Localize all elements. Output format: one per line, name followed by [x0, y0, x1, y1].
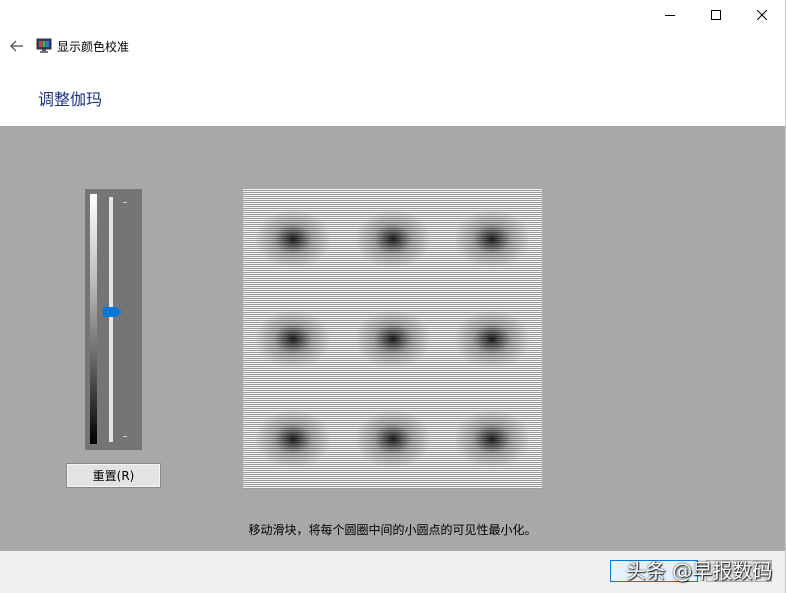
close-icon [757, 10, 767, 20]
maximize-button[interactable] [693, 0, 739, 30]
pattern-dot [447, 204, 538, 274]
page-title: 调整伽玛 [38, 90, 103, 109]
gamma-test-pattern [243, 189, 542, 489]
arrow-left-icon [10, 40, 23, 52]
watermark-text: 头条 @早报数码 [626, 559, 773, 583]
slider-tick-top [123, 202, 127, 203]
calibration-window: 显示颜色校准 调整伽玛 重置(R) 移动滑块，将每个圆圈中间的小圆点的可见性最小… [0, 0, 786, 593]
pattern-dot [247, 304, 338, 374]
pattern-dot [447, 404, 538, 474]
close-button[interactable] [739, 0, 785, 30]
footer-bar: 头条 @早报数码 [0, 551, 785, 593]
maximize-icon [711, 10, 721, 20]
slider-thumb[interactable] [103, 306, 123, 318]
pattern-dot [347, 204, 438, 274]
pattern-dot [347, 404, 438, 474]
pattern-dot [447, 304, 538, 374]
caption-buttons [647, 0, 785, 30]
reset-button[interactable]: 重置(R) [66, 463, 161, 488]
gamma-slider[interactable] [85, 189, 142, 450]
display-color-calibration-icon [36, 38, 52, 53]
instruction-text: 移动滑块，将每个圆圈中间的小圆点的可见性最小化。 [248, 523, 537, 537]
slider-track[interactable] [109, 197, 113, 442]
header-bar: 显示颜色校准 [0, 32, 400, 60]
pattern-dot [247, 404, 338, 474]
calibration-panel: 重置(R) 移动滑块，将每个圆圈中间的小圆点的可见性最小化。 [0, 126, 785, 551]
minimize-button[interactable] [647, 0, 693, 30]
minimize-icon [665, 15, 675, 16]
slider-tick-bottom [123, 436, 127, 437]
pattern-dot [247, 204, 338, 274]
back-button[interactable] [2, 32, 32, 60]
gamma-gradient-bar [90, 194, 97, 444]
app-title: 显示颜色校准 [57, 39, 130, 54]
pattern-dot [347, 304, 438, 374]
